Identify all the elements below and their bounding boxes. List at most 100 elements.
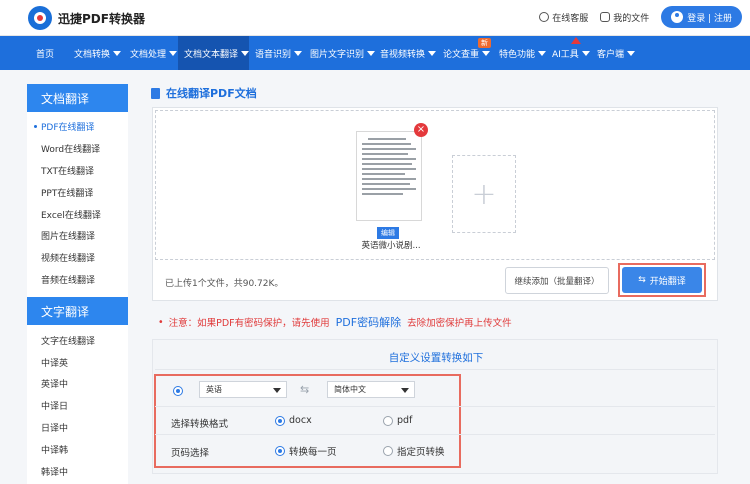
- nav-label: 音视频转换: [380, 49, 426, 60]
- customer-service-link[interactable]: 在线客服: [539, 11, 588, 24]
- login-register-button[interactable]: 登录 | 注册: [661, 6, 742, 28]
- nav-label: 图片文字识别: [310, 49, 365, 60]
- add-file-button[interactable]: +: [452, 155, 516, 233]
- notice-bullet: •: [158, 316, 167, 328]
- nav-label: AI工具: [552, 49, 579, 60]
- page-option-all[interactable]: 转换每一页: [275, 444, 337, 458]
- sidebar-item-txt-translate[interactable]: TXT在线翻译: [27, 160, 128, 182]
- start-translate-button[interactable]: ⇆ 开始翻译: [622, 267, 702, 293]
- nav-ai-tools[interactable]: AI工具: [546, 36, 591, 70]
- chevron-down-icon: [482, 50, 491, 56]
- headset-icon: [539, 12, 550, 22]
- new-badge: 新: [478, 38, 491, 48]
- sidebar-item-word-translate[interactable]: Word在线翻译: [27, 138, 128, 160]
- document-icon: [151, 87, 160, 99]
- brand-name: 迅捷PDF转换器: [58, 11, 145, 26]
- format-label: 选择转换格式: [171, 419, 229, 430]
- sidebar-item-pdf-translate[interactable]: PDF在线翻译: [27, 116, 128, 138]
- sidebar: 文档翻译 PDF在线翻译 Word在线翻译 TXT在线翻译 PPT在线翻译 Ex…: [27, 84, 128, 484]
- password-notice: • 注意：如果PDF有密码保护，请先使用 PDF密码解除 去除加密保护再上传文件: [158, 314, 512, 330]
- nav-speech[interactable]: 语音识别: [249, 36, 304, 70]
- page-label: 页码选择: [171, 448, 210, 459]
- nav-doc-convert[interactable]: 文档转换: [68, 36, 124, 70]
- thumb-line: [362, 173, 406, 175]
- edit-file-button[interactable]: 编辑: [377, 227, 399, 239]
- file-thumbnail[interactable]: [356, 131, 422, 221]
- notice-prefix: 注意：如果PDF有密码保护，请先使用: [168, 318, 330, 329]
- target-language-select[interactable]: 简体中文: [327, 381, 415, 398]
- sidebar-item-ppt-translate[interactable]: PPT在线翻译: [27, 181, 128, 203]
- format-option-pdf[interactable]: pdf: [383, 415, 412, 426]
- nav-features[interactable]: 特色功能: [493, 36, 547, 70]
- divider: [155, 434, 715, 435]
- settings-title: 自定义设置转换如下: [388, 352, 484, 364]
- translate-icon: ⇆: [638, 275, 646, 285]
- file-icon: [600, 12, 611, 22]
- page-title-text: 在线翻译PDF文档: [166, 87, 257, 100]
- nav-label: 语音识别: [255, 49, 292, 60]
- swap-language-icon[interactable]: ⇆: [300, 383, 309, 396]
- format-option-docx[interactable]: docx: [275, 415, 312, 426]
- header-actions: 在线客服 我的文件 登录 | 注册: [539, 6, 742, 28]
- login-label: 登录 | 注册: [687, 13, 732, 24]
- brand-logo[interactable]: 迅捷PDF转换器: [28, 6, 145, 30]
- thumb-line: [362, 153, 408, 155]
- upload-panel: × 编辑 英语微小说剧... + 已上传1个文件，共90.72K。 继续添加（批…: [152, 107, 718, 301]
- start-translate-highlight: ⇆ 开始翻译: [618, 263, 706, 297]
- brand-logo-icon: [28, 6, 52, 30]
- format-docx-radio[interactable]: [275, 415, 285, 426]
- nav-doc-translate[interactable]: 文档文本翻译: [178, 36, 250, 70]
- nav-home[interactable]: 首页: [30, 36, 68, 70]
- page-all-radio[interactable]: [275, 446, 285, 456]
- sidebar-item-video-translate[interactable]: 视频在线翻译: [27, 247, 128, 269]
- chevron-down-icon: [169, 50, 178, 56]
- thumb-line: [362, 158, 416, 160]
- main-nav: 首页 文档转换 文档处理 文档文本翻译 语音识别 图片文字识别 音视频转换 论文…: [0, 36, 750, 70]
- thumb-line: [362, 183, 410, 185]
- sidebar-item-en-zh[interactable]: 英译中: [27, 373, 128, 395]
- page-option-specific[interactable]: 指定页转换: [383, 444, 445, 458]
- nav-av-convert[interactable]: 音视频转换: [374, 36, 437, 70]
- my-files-label: 我的文件: [613, 13, 650, 24]
- my-files-link[interactable]: 我的文件: [600, 11, 649, 24]
- sidebar-item-zh-ko[interactable]: 中译韩: [27, 438, 128, 460]
- page-specific-label: 指定页转换: [397, 447, 445, 458]
- chevron-down-icon: [241, 50, 250, 56]
- sidebar-item-excel-translate[interactable]: Excel在线翻译: [27, 203, 128, 225]
- language-radio[interactable]: [173, 386, 183, 396]
- sidebar-item-image-translate[interactable]: 图片在线翻译: [27, 225, 128, 247]
- nav-label: 首页: [36, 49, 55, 60]
- sidebar-item-zh-ja[interactable]: 中译日: [27, 395, 128, 417]
- nav-client[interactable]: 客户端: [591, 36, 639, 70]
- format-pdf-radio[interactable]: [383, 415, 393, 426]
- nav-label: 客户端: [597, 49, 625, 60]
- chevron-down-icon: [294, 50, 303, 56]
- chevron-down-icon: [273, 388, 281, 393]
- nav-plagiarism[interactable]: 论文查重新: [437, 36, 493, 70]
- sidebar-item-audio-translate[interactable]: 音频在线翻译: [27, 269, 128, 291]
- sidebar-item-ja-zh[interactable]: 日译中: [27, 417, 128, 439]
- sidebar-item-text-translate[interactable]: 文字在线翻译: [27, 329, 128, 351]
- pdf-unlock-link[interactable]: PDF密码解除: [336, 314, 401, 330]
- chevron-down-icon: [538, 50, 547, 56]
- thumb-line: [362, 143, 411, 145]
- drop-zone[interactable]: × 编辑 英语微小说剧... +: [155, 110, 715, 260]
- page-specific-radio[interactable]: [383, 446, 393, 456]
- thumb-line: [362, 163, 412, 165]
- nav-ocr[interactable]: 图片文字识别: [304, 36, 376, 70]
- sidebar-item-ko-zh[interactable]: 韩译中: [27, 460, 128, 482]
- sidebar-section-doc-translate: 文档翻译: [27, 84, 128, 112]
- continue-add-button[interactable]: 继续添加（批量翻译）: [505, 267, 609, 294]
- sidebar-item-zh-en[interactable]: 中译英: [27, 351, 128, 373]
- thumb-line: [368, 138, 406, 140]
- format-docx-label: docx: [289, 415, 312, 426]
- chevron-down-icon: [113, 50, 122, 56]
- source-language-select[interactable]: 英语: [199, 381, 287, 398]
- delete-file-button[interactable]: ×: [414, 123, 428, 137]
- chevron-down-icon: [428, 50, 437, 56]
- start-translate-label: 开始翻译: [649, 276, 686, 287]
- thumb-line: [362, 148, 416, 150]
- nav-doc-process[interactable]: 文档处理: [124, 36, 178, 70]
- target-language-value: 简体中文: [334, 385, 366, 394]
- nav-label: 文档文本翻译: [184, 49, 239, 60]
